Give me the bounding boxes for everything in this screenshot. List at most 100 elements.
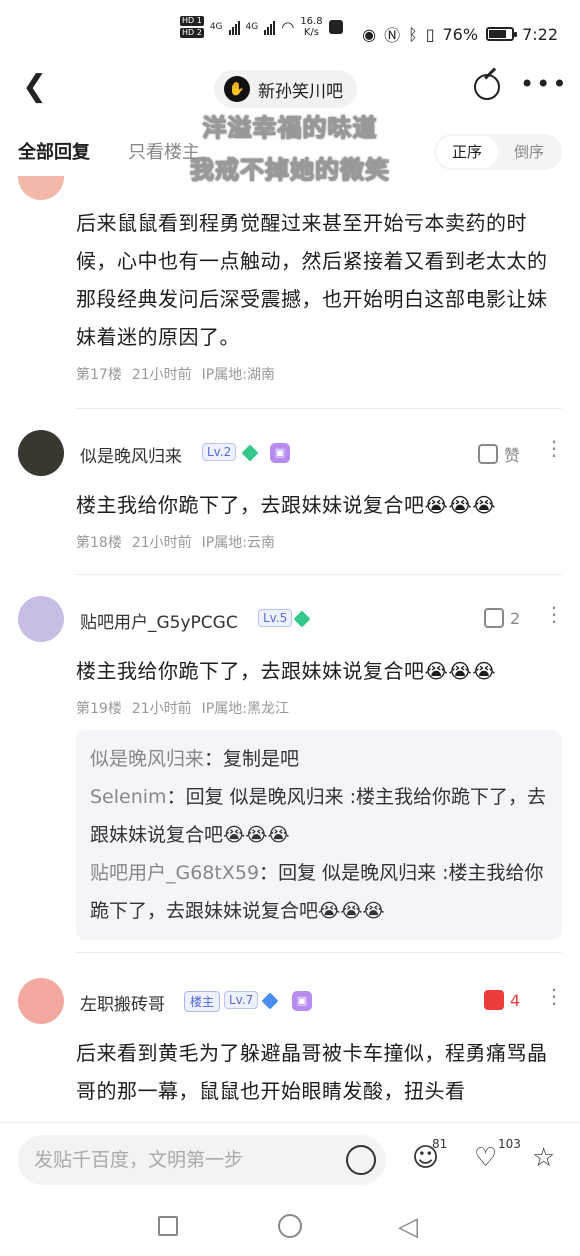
subtitle-line-1: 洋溢幸福的味道 [202, 114, 378, 143]
home-icon[interactable] [278, 1214, 302, 1238]
thumb-up-icon [484, 990, 504, 1010]
reply-time: 21小时前 [131, 535, 192, 551]
gem-icon [293, 610, 311, 628]
hd2-label: HD 2 [180, 28, 204, 38]
bottom-bar: 发贴千百度，文明第一步 ☺ 81 ♡ 103 ☆ [0, 1122, 580, 1198]
status-right: ◉ Ⓝ ᛒ ▯ 76% 7:22 [362, 22, 558, 46]
avatar[interactable] [18, 978, 64, 1024]
net-speed-value: 16.8 [300, 16, 323, 27]
floor-number: 第18楼 [76, 535, 122, 551]
host-badge: 楼主 [184, 991, 221, 1012]
nfc-icon: Ⓝ [384, 26, 401, 45]
like-icon[interactable]: ♡ [474, 1143, 497, 1173]
vibrate-icon: ▯ [425, 24, 435, 44]
reply-text: 后来看到黄毛为了躲避晶哥被卡车撞似，程勇痛骂晶哥的那一幕，鼠鼠也开始眼睛发酸，扭… [76, 1041, 548, 1103]
level-badge: Lv.7 [224, 991, 259, 1009]
floor-number: 第19楼 [76, 701, 122, 717]
eye-icon: ◉ [362, 24, 377, 44]
like-button[interactable]: 赞 [478, 442, 520, 466]
like-label: 赞 [504, 446, 521, 465]
reply-input[interactable]: 发贴千百度，文明第一步 [18, 1135, 386, 1185]
like-count-total: 103 [498, 1137, 521, 1151]
bluetooth-icon: ᛒ [408, 24, 418, 44]
avatar[interactable] [18, 430, 64, 476]
ip-location: IP属地:云南 [201, 535, 275, 551]
system-nav-bar: ◁ [0, 1198, 580, 1256]
username[interactable]: 似是晚风归来 [80, 442, 182, 467]
sub-reply-author[interactable]: 贴吧用户_G68tX59 [90, 862, 259, 884]
gem-icon [241, 444, 259, 462]
like-count: 4 [510, 990, 521, 1010]
network-type-1: 4G [209, 22, 223, 32]
gem-icon [261, 992, 279, 1010]
reply-item: 似是晚风归来 Lv.2 ▣ 赞 ⋮ 楼主我给你跪下了，去跟妹妹说复合吧😭😭😭 第… [0, 430, 580, 575]
username[interactable]: 贴吧用户_G5yPCGC [80, 608, 238, 633]
floor-number: 第17楼 [76, 367, 122, 383]
medal-icon: ▣ [270, 443, 290, 463]
status-left: HD 1 HD 2 4G 4G ◠ 16.8 K/s [180, 16, 343, 38]
sub-reply-box[interactable]: 似是晚风归来：复制是吧 Selenim：回复 似是晚风归来 :楼主我给你跪下了，… [76, 730, 562, 940]
divider [76, 952, 562, 953]
chevron-left-icon[interactable]: ❮ [22, 72, 47, 102]
ip-location: IP属地:黑龙江 [201, 701, 289, 717]
subtitle-line-2: 我戒不掉她的微笑 [190, 156, 390, 185]
wifi-icon: ◠ [281, 18, 295, 36]
forum-pill[interactable]: ✋ 新孙笑川吧 [214, 70, 357, 108]
clock: 7:22 [522, 24, 558, 44]
net-speed-unit: K/s [303, 27, 320, 38]
level-badge: Lv.2 [202, 443, 237, 461]
sub-reply-separator: ： [204, 748, 224, 770]
sub-reply-author[interactable]: Selenim [90, 786, 167, 808]
reply-text: 楼主我给你跪下了，去跟妹妹说复合吧😭😭😭 [76, 659, 497, 683]
reply-item: 贴吧用户_G5yPCGC Lv.5 2 ⋮ 楼主我给你跪下了，去跟妹妹说复合吧😭… [0, 596, 580, 956]
username[interactable]: 左职搬砖哥 [80, 990, 165, 1015]
reply-meta: 第19楼 21小时前 IP属地:黑龙江 [76, 698, 289, 718]
kebab-icon[interactable]: ⋮ [544, 438, 564, 458]
thumb-up-icon [484, 608, 504, 628]
sub-reply[interactable]: Selenim：回复 似是晚风归来 :楼主我给你跪下了，去跟妹妹说复合吧😭😭😭 [90, 778, 548, 854]
battery-icon [486, 27, 518, 41]
reply-text: 后来鼠鼠看到程勇觉醒过来甚至开始亏本卖药的时候，心中也有一点触动，然后紧接着又看… [76, 211, 548, 349]
kebab-icon[interactable]: ⋮ [544, 604, 564, 624]
medal-icon: ▣ [292, 991, 312, 1011]
kebab-icon[interactable]: ⋮ [544, 986, 564, 1006]
sub-reply[interactable]: 贴吧用户_G68tX59：回复 似是晚风归来 :楼主我给你跪下了，去跟妹妹说复合… [90, 854, 548, 930]
comment-count: 81 [432, 1137, 448, 1151]
reply-time: 21小时前 [131, 701, 192, 717]
reply-time: 21小时前 [131, 367, 192, 383]
reply-text: 楼主我给你跪下了，去跟妹妹说复合吧😭😭😭 [76, 493, 497, 517]
thumb-up-icon [478, 444, 498, 464]
divider [76, 574, 562, 575]
sub-reply-author[interactable]: 似是晚风归来 [90, 748, 204, 770]
reply-item: 左职搬砖哥 楼主 Lv.7 ▣ 4 ⋮ 后来看到黄毛为了躲避晶哥被卡车撞似，程勇… [0, 978, 580, 1122]
forum-name: 新孙笑川吧 [258, 81, 343, 102]
sub-reply-separator: ： [259, 862, 279, 884]
back-icon[interactable]: ◁ [398, 1212, 418, 1242]
like-count: 2 [510, 608, 521, 628]
like-button[interactable]: 2 [484, 608, 520, 628]
reply-item: 后来鼠鼠看到程勇觉醒过来甚至开始亏本卖药的时候，心中也有一点触动，然后紧接着又看… [0, 176, 580, 409]
reply-meta: 第17楼 21小时前 IP属地:湖南 [76, 364, 275, 384]
battery-percent: 76% [442, 24, 479, 44]
star-icon[interactable]: ☆ [532, 1143, 555, 1173]
sub-reply-content: 复制是吧 [223, 748, 300, 770]
sub-reply[interactable]: 似是晚风归来：复制是吧 [90, 740, 548, 778]
forum-logo-icon: ✋ [224, 76, 250, 102]
hd-indicator: HD 1 HD 2 [180, 16, 204, 38]
ip-location: IP属地:湖南 [201, 367, 275, 383]
divider [76, 408, 562, 409]
notification-icon [328, 20, 343, 34]
net-speed: 16.8 K/s [300, 16, 322, 38]
more-icon[interactable]: ••• [520, 70, 568, 98]
status-bar: HD 1 HD 2 4G 4G ◠ 16.8 K/s ◉ Ⓝ ᛒ ▯ 76% 7… [0, 0, 580, 62]
emoji-icon[interactable] [346, 1145, 376, 1175]
avatar[interactable] [18, 596, 64, 642]
share-icon[interactable] [474, 74, 500, 100]
reply-list[interactable]: 后来鼠鼠看到程勇觉醒过来甚至开始亏本卖药的时候，心中也有一点触动，然后紧接着又看… [0, 176, 580, 1122]
signal-icon-2 [264, 19, 276, 35]
level-badge: Lv.5 [258, 609, 293, 627]
sub-reply-separator: ： [166, 786, 186, 808]
signal-icon [228, 19, 240, 35]
recent-apps-icon[interactable] [158, 1216, 178, 1236]
like-button[interactable]: 4 [484, 990, 520, 1010]
